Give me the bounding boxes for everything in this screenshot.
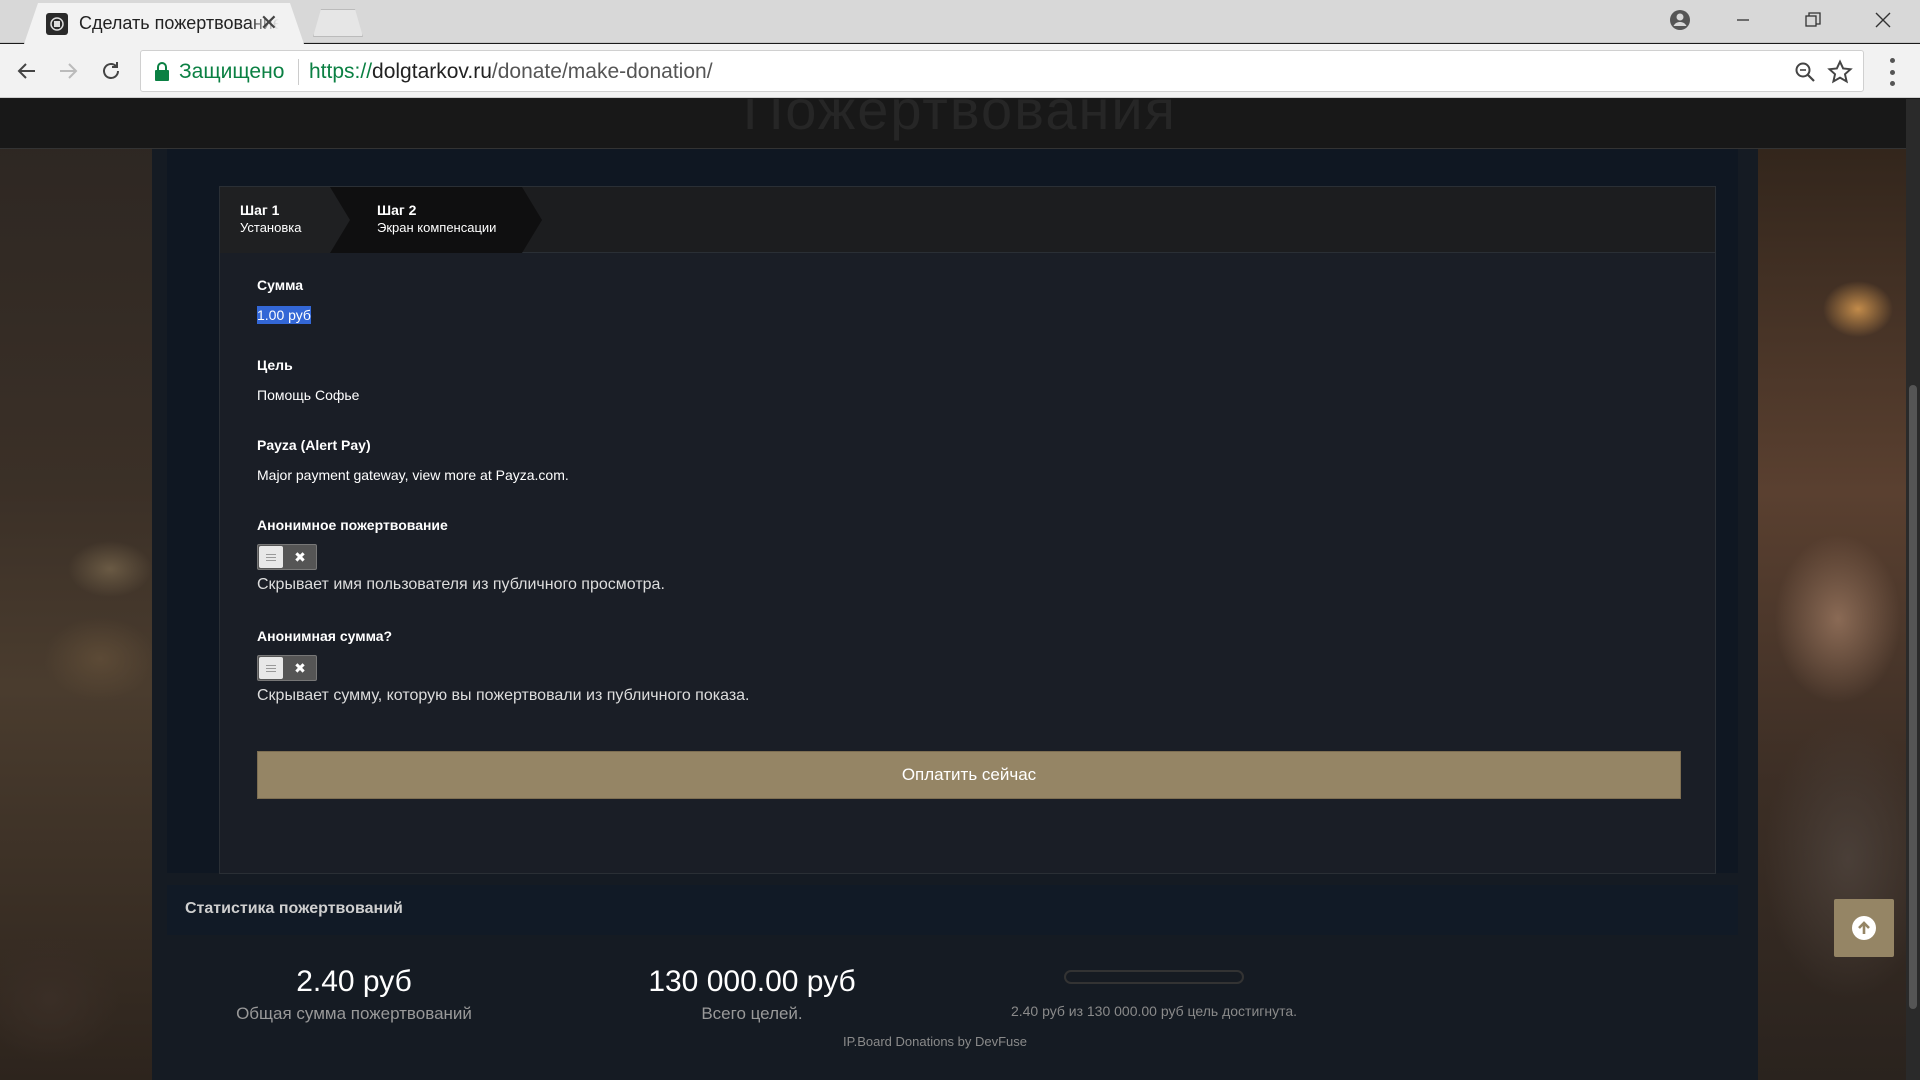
gateway-description: Major payment gateway, view more at Payz… [257,467,569,483]
menu-icon[interactable] [1882,58,1902,86]
anon-amount-label: Анонимная сумма? [257,628,393,644]
toggle-handle-icon [259,657,283,679]
user-icon[interactable] [1645,0,1715,40]
gateway-field: Payza (Alert Pay) Major payment gateway,… [257,437,569,483]
total-label: Общая сумма пожертвований [236,1004,472,1023]
url-scheme: https:// [309,60,373,83]
back-icon[interactable] [12,56,42,86]
arrow-up-icon [1852,916,1876,940]
banner-title: Пожертвования [743,99,1177,141]
toggle-off-icon: ✖ [294,548,306,565]
donation-wizard: Шаг 1 Установка Шаг 2 Экран компенсации … [219,186,1716,874]
background-art-left [0,99,152,1080]
tab-title: Сделать пожертвование [79,13,279,33]
anon-amount-toggle[interactable]: ✖ [257,655,317,681]
goal-field: Цель Помощь Софье [257,357,359,403]
address-bar[interactable]: Защищено https://dolgtarkov.ru/donate/ma… [140,50,1864,92]
url-text: https://dolgtarkov.ru/donate/make-donati… [309,60,713,84]
forward-icon[interactable] [53,56,83,86]
wizard-steps: Шаг 1 Установка Шаг 2 Экран компенсации [220,187,1715,253]
anon-donation-field: Анонимное пожертвование ✖ Скрывает имя п… [257,517,665,594]
url-path: /donate/make-donation/ [491,60,713,83]
step-label: Экран компенсации [377,220,497,235]
step-2[interactable]: Шаг 2 Экран компенсации [330,187,542,253]
anon-donation-label: Анонимное пожертвование [257,517,448,533]
page-scrollbar[interactable] [1906,99,1920,1080]
scroll-to-top-button[interactable] [1834,899,1894,957]
new-tab-button[interactable] [313,9,363,37]
stats-body: 2.40 руб Общая сумма пожертвований 130 0… [152,935,1758,1080]
zoom-icon[interactable] [1793,60,1817,84]
tab-close-icon[interactable]: ✕ [260,12,278,34]
anon-amount-description: Скрывает сумму, которую вы пожертвовали … [257,687,750,704]
page-viewport: Пожертвования Шаг 1 Установка Шаг 2 Экра… [0,99,1920,1080]
url-host: dolgtarkov.ru [372,60,492,83]
goal-label: Цель [257,357,293,373]
secure-label: Защищено [179,60,285,83]
footer-credit[interactable]: IP.Board Donations by DevFuse [152,1034,1718,1049]
goal-total-value: 130 000.00 руб [648,965,856,998]
gateway-label: Payza (Alert Pay) [257,437,371,453]
page-banner: Пожертвования [0,99,1920,149]
donation-card: Шаг 1 Установка Шаг 2 Экран компенсации … [167,149,1738,874]
stat-total: 2.40 руб Общая сумма пожертвований [202,965,506,1024]
goal-progress-bar [1064,970,1244,984]
stat-goal: 130 000.00 руб Всего целей. [597,965,907,1024]
anon-donation-description: Скрывает имя пользователя из публичного … [257,576,665,593]
browser-tab[interactable]: Сделать пожертвование ✕ [24,3,304,44]
goal-value: Помощь Софье [257,387,360,403]
amount-field: Сумма 1.00 руб [257,277,311,324]
maximize-icon[interactable] [1778,0,1848,40]
lock-icon [155,62,169,81]
toggle-handle-icon [259,546,283,568]
anon-amount-field: Анонимная сумма? ✖ Скрывает сумму, котор… [257,628,750,705]
amount-value: 1.00 руб [257,306,311,324]
total-value: 2.40 руб [296,965,412,998]
amount-label: Сумма [257,277,304,293]
window-close-icon[interactable] [1848,0,1918,40]
browser-tab-strip: Сделать пожертвование ✕ [0,0,1920,44]
goal-total-label: Всего целей. [701,1004,803,1023]
star-icon[interactable] [1827,59,1853,85]
step-number: Шаг 2 [377,202,417,218]
browser-toolbar: Защищено https://dolgtarkov.ru/donate/ma… [0,44,1920,98]
scrollbar-thumb[interactable] [1909,385,1917,1009]
progress-text: 2.40 руб из 130 000.00 руб цель достигну… [1010,1003,1298,1019]
anon-donation-toggle[interactable]: ✖ [257,544,317,570]
toggle-off-icon: ✖ [294,659,306,676]
stats-header: Статистика пожертвований [167,885,1738,935]
minimize-icon[interactable] [1708,0,1778,40]
pay-now-button[interactable]: Оплатить сейчас [257,751,1681,799]
favicon-icon [46,12,68,35]
omnibox-divider [298,59,299,85]
reload-icon[interactable] [96,56,126,86]
page-content: Шаг 1 Установка Шаг 2 Экран компенсации … [152,149,1758,1080]
